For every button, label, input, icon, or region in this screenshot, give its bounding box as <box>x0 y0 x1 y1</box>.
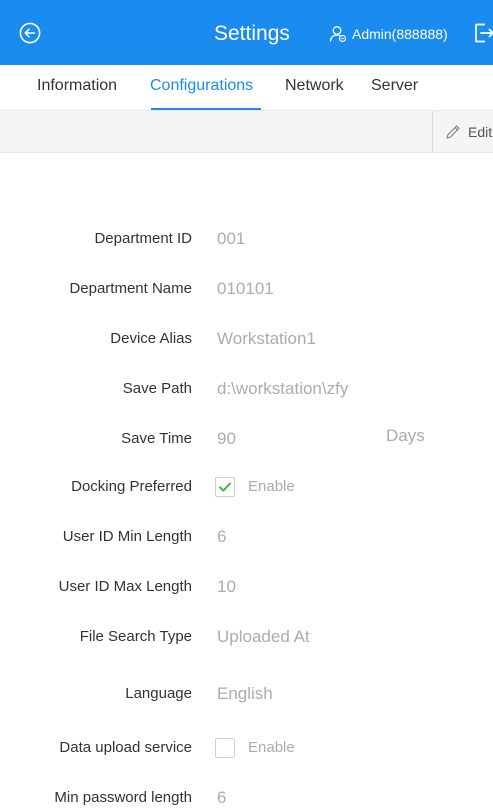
row-min-password-length: Min password length 6 <box>0 783 493 809</box>
checkmark-icon <box>219 482 231 492</box>
data-upload-service-label: Data upload service <box>59 739 192 756</box>
row-data-upload-service: Data upload service Enable <box>0 733 493 763</box>
department-name-label: Department Name <box>69 280 192 297</box>
docking-preferred-label: Docking Preferred <box>71 478 192 495</box>
min-password-length-label: Min password length <box>54 789 192 806</box>
language-value: English <box>217 684 273 703</box>
device-alias-label: Device Alias <box>110 330 192 347</box>
save-time-label: Save Time <box>121 430 192 447</box>
user-id-min-length-label: User ID Min Length <box>62 528 192 545</box>
header-bar: Settings Admin(888888) <box>0 0 493 65</box>
toolbar-divider <box>432 111 433 152</box>
tab-information[interactable]: Information <box>37 75 117 97</box>
row-user-id-min-length: User ID Min Length 6 <box>0 522 493 552</box>
tab-configurations[interactable]: Configurations <box>150 75 253 97</box>
back-circle-icon[interactable] <box>19 22 41 44</box>
save-path-label: Save Path <box>122 380 192 397</box>
logout-icon[interactable] <box>473 22 493 44</box>
data-upload-service-enable-label: Enable <box>248 739 295 756</box>
row-save-time: Save Time 90 Days <box>0 424 493 454</box>
row-docking-preferred: Docking Preferred Enable <box>0 472 493 502</box>
device-alias-value: Workstation1 <box>217 329 316 348</box>
department-name-value: 010101 <box>217 279 274 298</box>
page-title: Settings <box>214 22 290 45</box>
edit-label: Edit <box>468 124 493 140</box>
language-label: Language <box>125 685 192 702</box>
user-name: Admin(888888) <box>352 26 448 42</box>
user-id-min-length-value: 6 <box>217 527 227 546</box>
row-language: Language English <box>0 679 493 709</box>
data-upload-service-checkbox[interactable] <box>215 738 235 758</box>
docking-preferred-checkbox[interactable] <box>215 477 235 497</box>
row-department-id: Department ID 001 <box>0 224 493 254</box>
user-icon <box>329 26 347 43</box>
file-search-type-label: File Search Type <box>79 628 192 645</box>
save-time-unit: Days <box>386 426 425 445</box>
row-user-id-max-length: User ID Max Length 10 <box>0 572 493 602</box>
save-path-value: d:\workstation\zfy <box>217 379 349 398</box>
settings-page: Settings Admin(888888) Information Confi… <box>0 0 493 809</box>
save-time-value: 90 <box>217 429 236 448</box>
file-search-type-value: Uploaded At <box>217 627 310 646</box>
row-device-alias: Device Alias Workstation1 <box>0 324 493 354</box>
user-id-max-length-label: User ID Max Length <box>58 578 192 595</box>
user-menu[interactable]: Admin(888888) <box>329 24 448 44</box>
department-id-label: Department ID <box>94 230 192 247</box>
docking-preferred-enable-label: Enable <box>248 478 295 495</box>
pencil-icon <box>446 125 460 139</box>
min-password-length-value: 6 <box>217 788 227 807</box>
row-save-path: Save Path d:\workstation\zfy <box>0 374 493 404</box>
tab-network[interactable]: Network <box>285 75 344 97</box>
row-file-search-type: File Search Type Uploaded At <box>0 622 493 652</box>
edit-button[interactable]: Edit <box>444 122 492 142</box>
user-id-max-length-value: 10 <box>217 577 236 596</box>
tab-server[interactable]: Server <box>371 75 418 97</box>
toolbar: Edit <box>0 110 493 153</box>
tab-bar: Information Configurations Network Serve… <box>0 65 493 110</box>
row-department-name: Department Name 010101 <box>0 274 493 304</box>
department-id-value: 001 <box>217 229 246 248</box>
